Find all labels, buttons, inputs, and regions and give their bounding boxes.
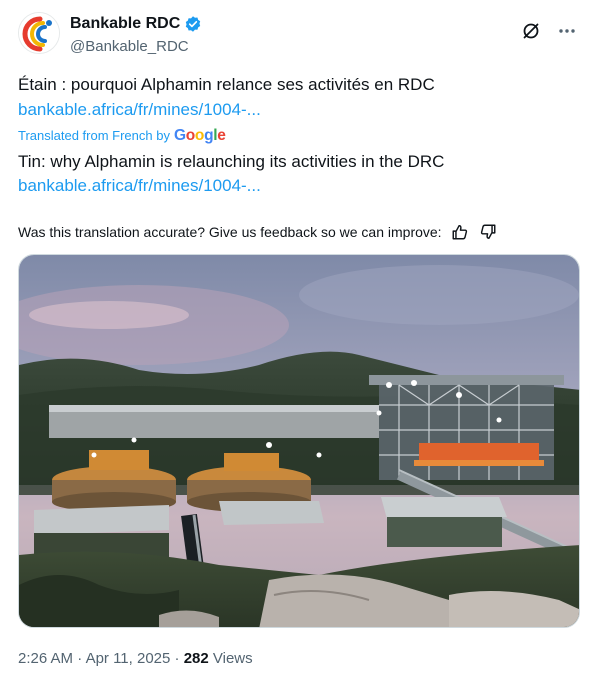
tweet-translated-link[interactable]: bankable.africa/fr/mines/1004-... <box>18 175 261 197</box>
views-label: Views <box>208 650 253 667</box>
translated-from-label: Translated from French by <box>18 128 170 143</box>
verified-badge-icon <box>184 15 202 33</box>
thumbs-down-icon[interactable] <box>478 222 498 242</box>
tweet-header: Bankable RDC @Bankable_RDC <box>18 12 580 60</box>
tweet-metadata: 2:26 AM · Apr 11, 2025 · 282 Views <box>18 650 253 667</box>
tweet-translated-text: Tin: why Alphamin is relaunching its act… <box>18 152 445 171</box>
tweet-original-link[interactable]: bankable.africa/fr/mines/1004-... <box>18 99 261 121</box>
feedback-question: Was this translation accurate? Give us f… <box>18 224 442 240</box>
tweet-media-photo[interactable] <box>18 254 580 628</box>
translation-feedback: Was this translation accurate? Give us f… <box>18 222 498 242</box>
avatar[interactable] <box>18 12 60 54</box>
tweet-original-text: Étain : pourquoi Alphamin relance ses ac… <box>18 75 435 94</box>
translation-attribution[interactable]: Translated from French by Google <box>18 127 226 145</box>
author-info: Bankable RDC @Bankable_RDC <box>70 14 202 57</box>
grok-slash-icon[interactable] <box>518 18 544 44</box>
mining-plant-photo <box>19 255 579 627</box>
thumbs-up-icon[interactable] <box>450 222 470 242</box>
bankable-logo-icon <box>19 13 59 53</box>
tweet-date[interactable]: Apr 11, 2025 <box>86 650 171 667</box>
google-logo: Google <box>173 127 226 144</box>
tweet-time[interactable]: 2:26 AM <box>18 650 73 667</box>
more-horizontal-icon[interactable] <box>554 18 580 44</box>
author-handle[interactable]: @Bankable_RDC <box>70 37 202 57</box>
views-count: 282 <box>183 650 209 667</box>
author-display-name[interactable]: Bankable RDC <box>70 14 180 34</box>
